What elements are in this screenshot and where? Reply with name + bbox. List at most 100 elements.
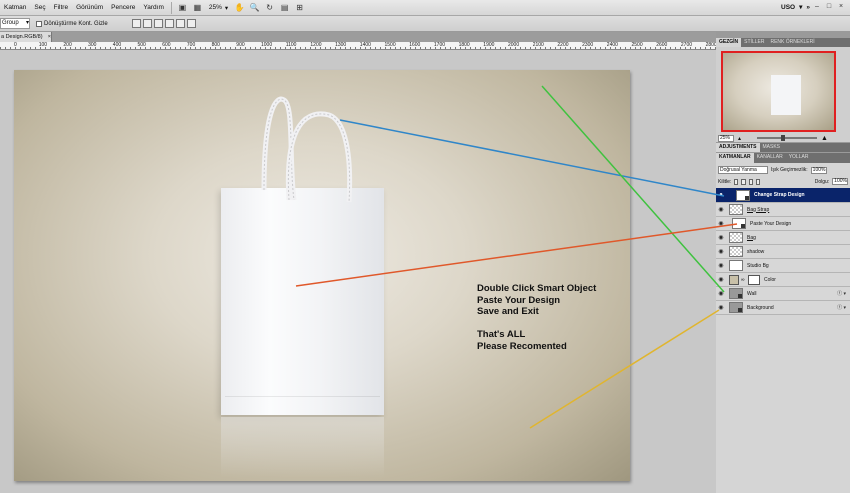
rotate-view-icon[interactable]: ↻ (263, 2, 276, 13)
slider-knob[interactable] (781, 135, 786, 141)
tab-paths[interactable]: YOLLAR (786, 153, 812, 163)
navigator-tabs: GEZGİN STİLLER RENK ÖRNEKLERİ (716, 38, 850, 47)
ruler-number: 500 (137, 42, 146, 48)
chevron-down-icon: ▾ (25, 20, 29, 26)
workspace-label: USO (781, 3, 796, 11)
menu-gorunum[interactable]: Görünüm (72, 4, 107, 11)
eye-icon[interactable]: ◉ (716, 248, 726, 255)
layer-shadow[interactable]: ◉ shadow (716, 245, 850, 259)
tab-layers[interactable]: KATMANLAR (716, 153, 754, 163)
ruler-number: 2500 (631, 42, 643, 48)
ruler-number: 600 (162, 42, 171, 48)
eye-icon[interactable]: ◉ (716, 234, 726, 241)
eye-icon[interactable]: ◉ (716, 220, 726, 227)
align-top-icon[interactable] (131, 19, 141, 28)
layer-wall[interactable]: ◉ Wall ⓕ ▾ (716, 287, 850, 301)
layer-effects-icon[interactable]: ⓕ ▾ (837, 290, 846, 297)
eye-icon[interactable]: ◉ (716, 304, 726, 311)
lock-all-icon[interactable] (755, 178, 760, 185)
lock-transparency-icon[interactable] (734, 178, 739, 185)
layer-bag-strap[interactable]: ◉ Bag Strap (716, 203, 850, 217)
layer-effects-icon[interactable]: ⓕ ▾ (837, 304, 846, 311)
document-tab[interactable]: a Design.RGB/8) × (0, 32, 52, 42)
align-bottom-icon[interactable] (153, 19, 163, 28)
layer-studio-bg[interactable]: ◉ Studio Bg (716, 259, 850, 273)
layer-thumbnail (729, 246, 743, 257)
lock-pixels-icon[interactable] (741, 178, 746, 185)
instruction-line-2: Paste Your Design (477, 294, 561, 306)
align-middle-icon[interactable] (142, 19, 152, 28)
opacity-field[interactable]: 100% (810, 166, 827, 174)
ruler-number: 2300 (582, 42, 594, 48)
layer-thumbnail (732, 218, 746, 229)
auto-select-dropdown[interactable]: Group ▾ (0, 18, 30, 29)
hand-tool-icon[interactable]: ✋ (233, 2, 246, 13)
transform-controls-checkbox[interactable] (36, 20, 42, 27)
zoom-out-icon[interactable]: ▴ (738, 135, 741, 142)
menu-bar: Katman Seç Filtre Görünüm Pencere Yardım… (0, 0, 850, 16)
transform-controls-label: Dönüştürme Kont. Gizle (44, 20, 108, 27)
menu-filtre[interactable]: Filtre (50, 4, 72, 11)
align-right-icon[interactable] (186, 19, 196, 28)
ruler-number: 2000 (508, 42, 520, 48)
ruler-number: 100 (38, 42, 48, 48)
ruler-number: 1100 (285, 42, 297, 48)
ruler-number: 1400 (359, 42, 371, 48)
eye-icon[interactable]: ◉ (716, 206, 726, 213)
layer-label: Bag Strap (747, 206, 770, 213)
tab-navigator[interactable]: GEZGİN (716, 38, 742, 47)
zoom-in-icon[interactable]: ▲ (821, 135, 828, 142)
eye-icon[interactable]: ● (716, 192, 726, 198)
navigator-preview[interactable] (721, 51, 836, 132)
layer-color[interactable]: ◉ ∞ Color (716, 273, 850, 287)
document-canvas[interactable]: Double Click Smart Object Paste Your Des… (14, 70, 630, 481)
tab-channels[interactable]: KANALLAR (754, 153, 786, 163)
eye-icon[interactable]: ◉ (716, 276, 726, 283)
ruler-top: 0 100 200 300 400 500 600 700 800 900 1000 1100 1200… (0, 42, 717, 50)
eye-icon[interactable]: ◉ (716, 290, 726, 297)
navigator-zoom-field[interactable]: 25% (718, 134, 734, 142)
menu-katman[interactable]: Katman (0, 4, 30, 11)
menu-pencere[interactable]: Pencere (107, 4, 139, 11)
tab-adjustments[interactable]: ADJUSTMENTS (716, 143, 760, 152)
tab-masks[interactable]: MASKS (760, 143, 784, 152)
arrange-documents-icon[interactable]: ▤ (278, 2, 291, 13)
layer-label: Bag (747, 234, 756, 241)
tab-swatches[interactable]: RENK ÖRNEKLERİ (767, 38, 817, 47)
extras-icon[interactable]: ▦ (191, 2, 204, 13)
align-center-icon[interactable] (175, 19, 185, 28)
close-icon[interactable]: × (48, 32, 51, 42)
ruler-number: 2200 (557, 42, 569, 48)
maximize-icon[interactable]: □ (824, 2, 834, 12)
layer-bag[interactable]: ◉ Bag (716, 231, 850, 245)
layer-label: Background (747, 304, 774, 311)
layer-background[interactable]: ◉ Background ⓕ ▾ (716, 301, 850, 315)
align-left-icon[interactable] (164, 19, 174, 28)
minimize-icon[interactable]: – (812, 2, 822, 12)
tab-styles[interactable]: STİLLER (741, 38, 767, 47)
menu-yardim[interactable]: Yardım (139, 4, 167, 11)
blend-mode-dropdown[interactable]: Doğrusal Yanma (718, 166, 768, 174)
menu-sec[interactable]: Seç (30, 4, 49, 11)
ruler-number: 2400 (606, 42, 618, 48)
screen-mode-menu-icon[interactable]: ⊞ (293, 2, 306, 13)
lock-position-icon[interactable] (748, 178, 753, 185)
close-icon[interactable]: × (836, 2, 846, 12)
transform-controls-option[interactable]: Dönüştürme Kont. Gizle (36, 20, 108, 27)
layer-thumbnail (729, 302, 743, 313)
ruler-number: 900 (236, 42, 245, 48)
zoom-tool-icon[interactable]: 🔍 (248, 2, 261, 13)
layer-paste-your-design[interactable]: ◉ Paste Your Design (716, 217, 850, 231)
layer-list: ● Change Strap Design ◉ Bag Strap ◉ Past… (716, 188, 850, 315)
screen-mode-icon[interactable]: ▣ (176, 2, 189, 13)
fill-field[interactable]: 100% (832, 178, 848, 185)
layer-change-strap-design[interactable]: ● Change Strap Design (716, 188, 850, 203)
layer-label: Change Strap Design (754, 192, 805, 198)
ruler-number: 1700 (433, 42, 446, 48)
eye-icon[interactable]: ◉ (716, 262, 726, 269)
zoom-dropdown[interactable]: 25% ▾ (205, 4, 232, 12)
navigator-zoom-slider[interactable] (757, 135, 818, 141)
ruler-number: 300 (88, 42, 97, 48)
workspace-switcher[interactable]: USO ▾ » (781, 3, 810, 12)
ruler-number: 700 (186, 42, 196, 48)
